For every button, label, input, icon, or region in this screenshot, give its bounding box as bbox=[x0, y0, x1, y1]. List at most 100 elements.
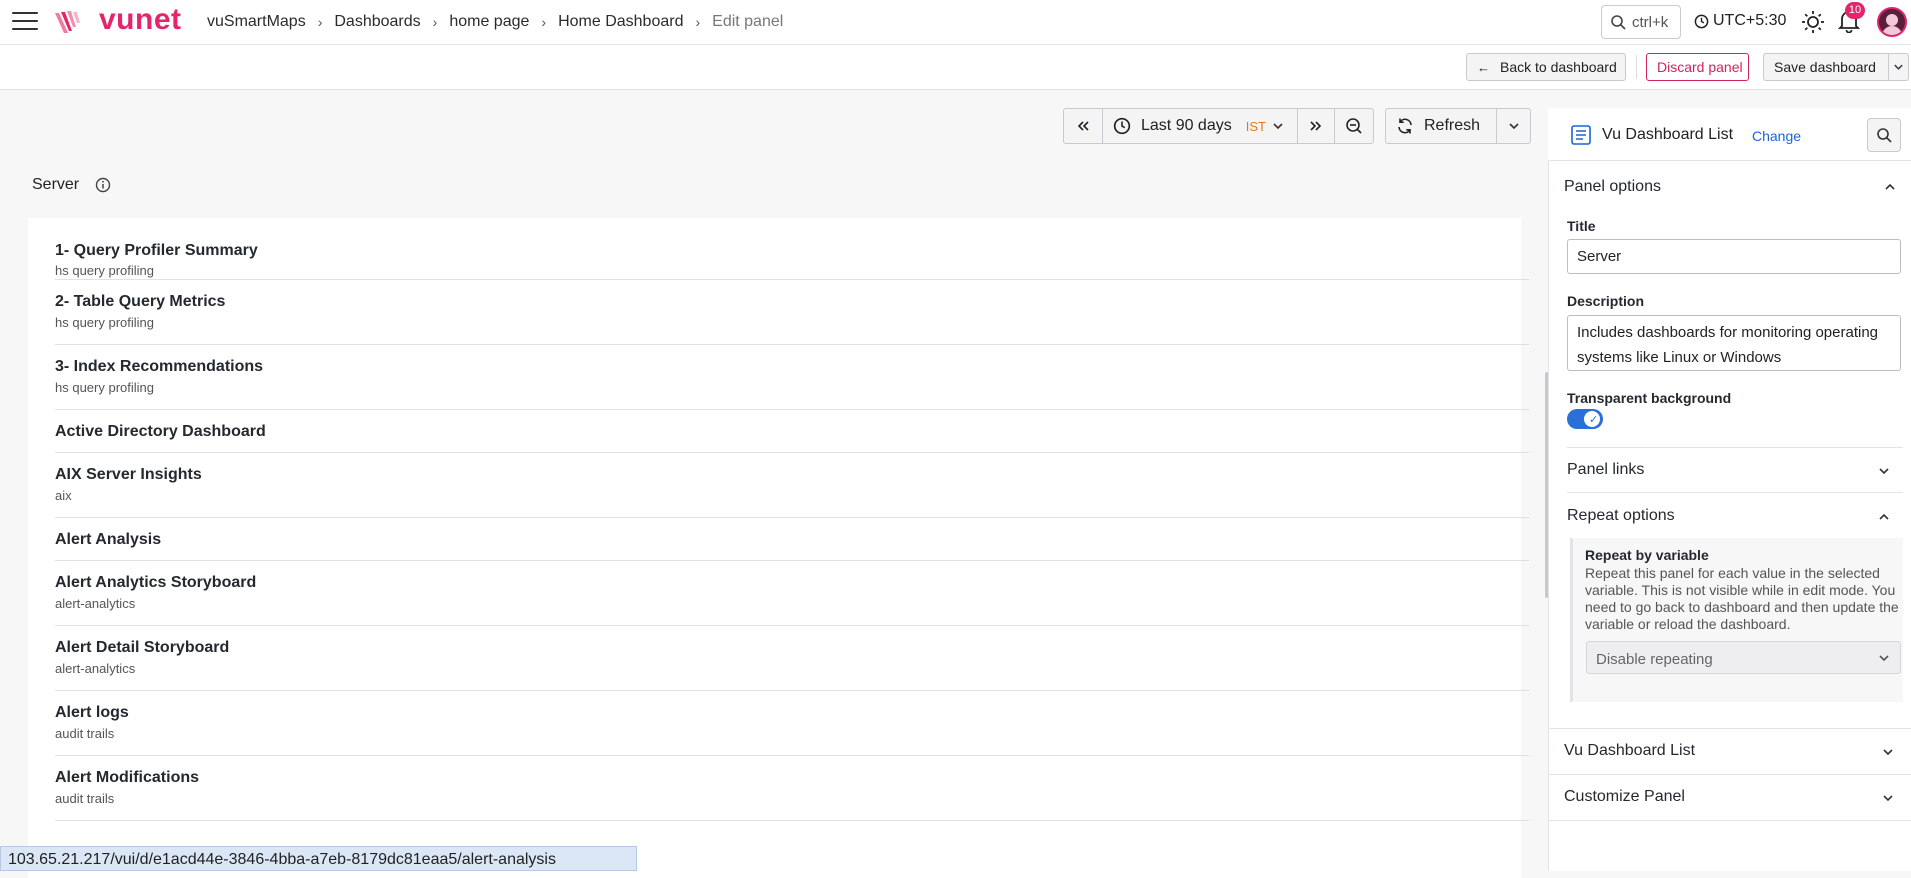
list-item-title: Alert Analytics Storyboard bbox=[55, 574, 257, 591]
repeat-description: Repeat this panel for each value in the … bbox=[1585, 565, 1899, 632]
refresh-button[interactable]: Refresh bbox=[1385, 108, 1497, 144]
clock-icon bbox=[1113, 117, 1131, 135]
clock-icon bbox=[1694, 14, 1709, 28]
save-options-button[interactable] bbox=[1888, 53, 1909, 81]
chevron-down-icon[interactable] bbox=[1882, 743, 1894, 759]
list-icon bbox=[1571, 125, 1591, 145]
chevron-down-icon[interactable] bbox=[1878, 462, 1890, 478]
notification-badge: 10 bbox=[1845, 2, 1865, 19]
list-item[interactable]: 2- Table Query Metrics hs query profilin… bbox=[55, 280, 1529, 345]
edit-toolbar: ← Back to dashboard Discard panel Save d… bbox=[0, 45, 1911, 90]
list-item-title: 1- Query Profiler Summary bbox=[55, 242, 258, 259]
time-range-picker[interactable]: Last 90 days IST bbox=[1102, 108, 1298, 144]
list-item[interactable]: Alert Analysis bbox=[55, 518, 1529, 561]
time-shift-back-button[interactable] bbox=[1063, 108, 1103, 144]
avatar[interactable] bbox=[1877, 7, 1907, 37]
check-icon: ✓ bbox=[1589, 414, 1599, 426]
panel-links-section[interactable]: Panel links bbox=[1567, 461, 1644, 479]
list-item[interactable]: Alert logs audit trails bbox=[55, 691, 1529, 756]
list-item-title: Alert Modifications bbox=[55, 769, 200, 786]
divider bbox=[1567, 492, 1903, 493]
repeat-variable-select[interactable]: Disable repeating bbox=[1586, 641, 1901, 674]
divider bbox=[1548, 728, 1911, 729]
status-url: 103.65.21.217/vui/d/e1acd44e-3846-4bba-a… bbox=[0, 846, 637, 871]
list-item-subtitle: hs query profiling bbox=[55, 380, 154, 395]
divider bbox=[1548, 820, 1911, 821]
back-label: Back to dashboard bbox=[1500, 59, 1617, 75]
discard-panel-button[interactable]: Discard panel bbox=[1646, 53, 1749, 81]
arrow-left-icon: ← bbox=[1477, 59, 1490, 75]
back-to-dashboard-button[interactable]: ← Back to dashboard bbox=[1466, 53, 1626, 81]
dashboard-list: 1- Query Profiler Summary hs query profi… bbox=[28, 218, 1529, 878]
chevron-down-icon[interactable] bbox=[1882, 789, 1894, 805]
logo-mark-icon bbox=[55, 11, 80, 33]
list-item-title: Alert Analysis bbox=[55, 531, 162, 548]
refresh-interval-button[interactable] bbox=[1496, 108, 1531, 144]
chevron-down-icon bbox=[1878, 650, 1890, 665]
list-item[interactable]: 1- Query Profiler Summary hs query profi… bbox=[55, 232, 1529, 280]
timezone-button[interactable]: UTC+5:30 bbox=[1694, 12, 1786, 30]
sun-icon[interactable] bbox=[1801, 10, 1825, 34]
customize-panel-section[interactable]: Customize Panel bbox=[1564, 788, 1685, 806]
chevron-down-icon bbox=[1273, 123, 1283, 130]
chevron-down-icon bbox=[1894, 64, 1903, 70]
info-icon[interactable] bbox=[95, 177, 111, 193]
refresh-label: Refresh bbox=[1424, 117, 1481, 134]
title-input[interactable] bbox=[1567, 239, 1901, 274]
list-item-subtitle: alert-analytics bbox=[55, 661, 136, 676]
panel-title: Server bbox=[32, 176, 80, 193]
chevron-right-icon: › bbox=[695, 14, 701, 30]
list-item[interactable]: 3- Index Recommendations hs query profil… bbox=[55, 345, 1529, 410]
repeat-options-section[interactable]: Repeat options bbox=[1567, 507, 1675, 525]
menu-icon[interactable] bbox=[12, 12, 38, 32]
time-range-label: Last 90 days bbox=[1141, 117, 1232, 134]
options-search-button[interactable] bbox=[1867, 118, 1901, 152]
chevron-up-icon[interactable] bbox=[1884, 178, 1896, 194]
chevron-up-icon[interactable] bbox=[1878, 508, 1890, 524]
logo-text: vunet bbox=[99, 3, 182, 36]
description-textarea[interactable]: Includes dashboards for monitoring opera… bbox=[1567, 315, 1901, 371]
time-shift-forward-button[interactable] bbox=[1297, 108, 1335, 144]
list-item[interactable]: Alert Detail Storyboard alert-analytics bbox=[55, 626, 1529, 691]
save-dashboard-button[interactable]: Save dashboard bbox=[1763, 53, 1889, 81]
list-item-subtitle: aix bbox=[55, 488, 72, 503]
chevron-down-icon bbox=[1508, 123, 1519, 130]
list-item-title: 2- Table Query Metrics bbox=[55, 293, 226, 310]
list-item-title: AIX Server Insights bbox=[55, 466, 202, 483]
list-item[interactable]: Alert Modifications audit trails bbox=[55, 756, 1529, 821]
title-label: Title bbox=[1567, 218, 1596, 234]
breadcrumb-item[interactable]: home page bbox=[449, 13, 529, 31]
list-item[interactable]: Alert Analytics Storyboard alert-analyti… bbox=[55, 561, 1529, 626]
breadcrumb-item[interactable]: Home Dashboard bbox=[558, 13, 683, 31]
breadcrumb: vuSmartMaps › Dashboards › home page › H… bbox=[207, 13, 783, 31]
divider bbox=[1548, 774, 1911, 775]
list-item-subtitle: hs query profiling bbox=[55, 263, 154, 278]
list-item-title: 3- Index Recommendations bbox=[55, 358, 264, 375]
zoom-out-icon bbox=[1346, 118, 1362, 134]
change-visualization-link[interactable]: Change bbox=[1752, 128, 1801, 144]
list-item[interactable]: Active Directory Dashboard bbox=[55, 410, 1529, 453]
divider bbox=[1636, 55, 1637, 79]
list-item-subtitle: alert-analytics bbox=[55, 596, 136, 611]
list-item[interactable]: AIX Server Insights aix bbox=[55, 453, 1529, 518]
breadcrumb-item[interactable]: vuSmartMaps bbox=[207, 13, 306, 31]
description-label: Description bbox=[1567, 293, 1645, 309]
vu-dashboard-list-section[interactable]: Vu Dashboard List bbox=[1564, 742, 1695, 760]
list-item-title: Alert logs bbox=[55, 704, 129, 721]
breadcrumb-item[interactable]: Dashboards bbox=[334, 13, 420, 31]
list-item-title: Alert Detail Storyboard bbox=[55, 639, 230, 656]
timezone-label: UTC+5:30 bbox=[1713, 12, 1787, 29]
list-item-subtitle: audit trails bbox=[55, 791, 115, 806]
search-shortcut-label: ctrl+k bbox=[1632, 13, 1669, 31]
chevron-right-icon: › bbox=[541, 14, 547, 30]
repeat-select-value: Disable repeating bbox=[1596, 651, 1713, 668]
list-item-title: Active Directory Dashboard bbox=[55, 423, 266, 440]
search-button[interactable]: ctrl+k bbox=[1601, 5, 1681, 39]
transparent-background-label: Transparent background bbox=[1567, 390, 1732, 406]
repeat-by-variable-label: Repeat by variable bbox=[1585, 547, 1709, 563]
divider bbox=[1567, 447, 1903, 448]
zoom-out-button[interactable] bbox=[1334, 108, 1374, 144]
panel-header: Server bbox=[32, 176, 111, 194]
panel-options-section[interactable]: Panel options bbox=[1564, 178, 1661, 196]
chevrons-right-icon bbox=[1310, 121, 1322, 131]
